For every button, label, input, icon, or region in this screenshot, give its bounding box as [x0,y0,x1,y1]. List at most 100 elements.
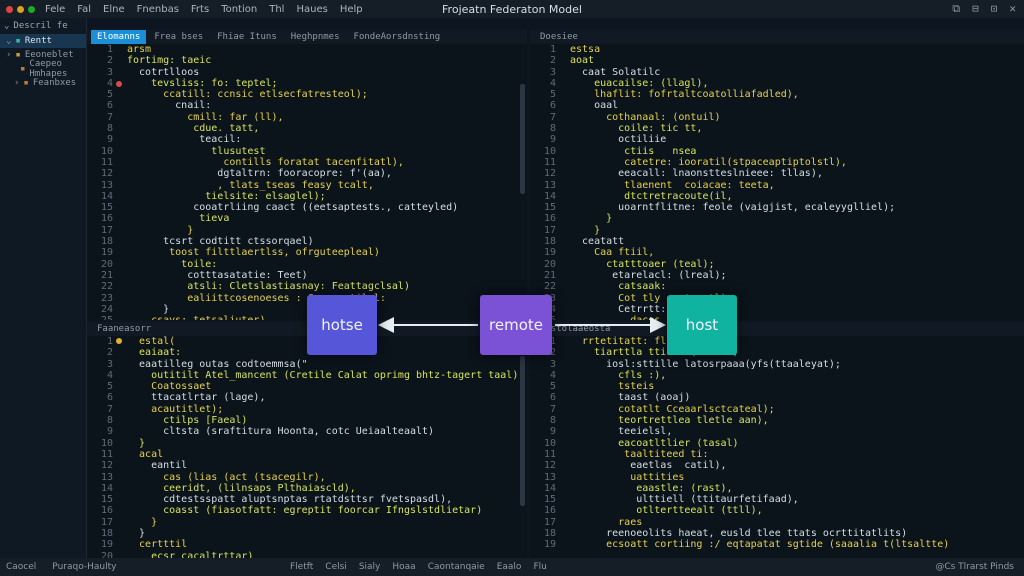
breakpoint-icon[interactable] [116,81,122,87]
tab-elomanns[interactable]: Elomanns [91,30,147,44]
tab-doesiee[interactable]: Doesiee [534,30,584,44]
code-editor[interactable]: 1234567891011121314151617181920212223242… [87,44,527,320]
menu-item[interactable]: Haues [296,4,327,15]
tab-heghpnmes[interactable]: Heghpnmes [285,30,346,44]
line-number: 11 [100,448,113,460]
code-line: Caa ftiil, [570,247,655,259]
code-line: tlaenent coiacae: teeta, [570,179,775,191]
menu-item[interactable]: Thl [269,4,284,15]
maximize-dot-icon[interactable] [28,5,35,13]
sidebar-item-caepeo[interactable]: ▪ Caepeo Hmhapes [0,59,86,79]
line-number: 1 [106,336,113,347]
status-item[interactable]: Eaalo [497,562,522,572]
line-number: 6 [549,392,556,404]
line-number: 3 [106,66,113,78]
chevron-down-icon[interactable]: ⌄ [4,21,9,31]
line-number: 19 [100,247,113,259]
code-line: ccatill: ccnsic etlsecfatresteol); [127,89,368,101]
code-line: eacoatltlier (tasal) [570,437,739,449]
tab-fhiae-ituns[interactable]: Fhiae Ituns [211,30,283,44]
minimize-icon[interactable]: ⊟ [972,2,979,16]
tab-frea-bses[interactable]: Frea bses [148,30,209,44]
tab-fondeaorsdnsting[interactable]: FondeAorsdnsting [348,30,447,44]
maximize-icon[interactable]: ⊡ [991,2,998,16]
code-line: euacailse: (llagl), [570,77,709,89]
code-line: dgtaltrn: fooracopre: f'(aa), [127,168,392,180]
folder-icon: ▪ [15,36,21,46]
code-editor[interactable]: 123456789101112131415161718192021 estal(… [87,336,527,558]
tab-faaneasorr[interactable]: Faaneasorr [91,322,157,336]
code-editor[interactable]: 1234567891011121314151617181920212223242… [530,44,1024,320]
code-line: eantil [127,460,188,472]
menu-item[interactable]: Elne [103,4,125,15]
line-number: 22 [543,281,556,293]
status-right[interactable]: @Cs Tlrarst Pinds [935,562,1014,572]
scrollbar[interactable] [520,356,525,506]
code-line: aoat [570,55,595,67]
code-lines: estal( eaiaat: eaatilleg outas codtoemms… [127,336,517,558]
line-number: 16 [100,213,113,225]
line-number: 7 [106,403,113,415]
status-left-item[interactable]: Caocel [6,562,36,572]
menu-item[interactable]: Help [340,4,363,15]
line-number: 8 [549,123,556,135]
status-item[interactable]: Fletft [290,562,313,572]
status-item[interactable]: Celsi [325,562,347,572]
code-line: daces a: [570,315,1014,320]
editor-pane-bottom-left: Faaneasorr 1 2 3 4 5 6 7 8 9 10 11 12 13 14 15 16 17 18 19… [87,322,527,558]
line-number: 18 [543,236,556,248]
remote-node[interactable]: remote [480,295,552,355]
line-number: 20 [100,550,113,558]
code-line: Cetrrtt: tlol) [570,303,709,315]
hotse-node[interactable]: hotse [307,295,377,355]
code-line: tevsliss: fo: teptel; [127,77,278,89]
code-editor[interactable]: 1 2 3 4 5 6 7 8 9 10 11 12 13 14 15 16 17 18 19 rrtetitatt… [530,336,1024,558]
line-number: 15 [100,202,113,214]
menu-item[interactable]: Frts [191,4,209,15]
menu-item[interactable]: Tontion [221,4,257,15]
scrollbar[interactable] [520,84,525,194]
line-number: 5 [106,381,113,393]
code-line: Coatossaet [127,381,212,393]
line-number: 21 [100,269,113,281]
line-number: 18 [100,528,113,540]
code-line: etarelacl: (lreal); [570,269,727,281]
code-line: ecsr cacaltrttar) [127,550,254,558]
code-line: } [127,516,158,528]
status-left-item[interactable]: Puraqo-Haulty [52,562,116,572]
warning-icon[interactable] [116,338,122,344]
restore-icon[interactable]: ⧉ [952,2,960,16]
close-dot-icon[interactable] [6,5,13,13]
minimize-dot-icon[interactable] [17,5,24,13]
menu-item[interactable]: Fnenbas [137,4,179,15]
code-line: tcsrt codtitt ctssorqael) [127,236,314,248]
code-line: ctiis nsea [570,145,697,157]
host-node[interactable]: host [667,295,737,355]
status-item[interactable]: Sialy [359,562,381,572]
code-line: tielsite: elsaglel); [127,190,326,202]
code-line: ctilps [Faeal) [127,415,248,427]
code-line: cfls :), [570,369,667,381]
status-item[interactable]: Caontanqaie [428,562,485,572]
sidebar-item-rentt[interactable]: ⌄ ▪ Rentt [0,34,86,48]
sidebar-item-feanbxes[interactable]: › ▪ Feanbxes [0,76,86,90]
line-number: 13 [543,471,556,483]
code-line: tiarttla ttiatt (llaoal) [570,347,739,359]
status-item[interactable]: Hoaa [392,562,415,572]
code-line: cnail: [127,100,212,112]
line-number: 8 [106,123,113,135]
tab-bar: Elomanns Frea bses Fhiae Ituns Heghpnmes… [87,30,527,44]
status-bar: Caocel Puraqo-Haulty Fletft Celsi Sialy … [0,558,1024,576]
editor-pane-top-right: Doesiee 1 2 3 4 5 6 7 8 9 10 11 12 13 14 15 16 17 18 19 20 2… [530,30,1024,320]
menu-item[interactable]: Fal [77,4,91,15]
code-line: estsa [570,44,601,55]
code-line: toost filttlaertlss, ofrguteepleal) [127,247,380,259]
status-item[interactable]: Flu [533,562,546,572]
menu-item[interactable]: Fele [45,4,65,15]
code-line: taast (aoaj) [570,392,691,404]
line-number: 13 [100,471,113,483]
line-number: 8 [106,415,113,427]
line-number: 17 [543,516,556,528]
code-line: coasst (fiasotfatt: egreptit foorcar Ifn… [127,505,483,517]
close-icon[interactable]: ✕ [1009,2,1016,16]
